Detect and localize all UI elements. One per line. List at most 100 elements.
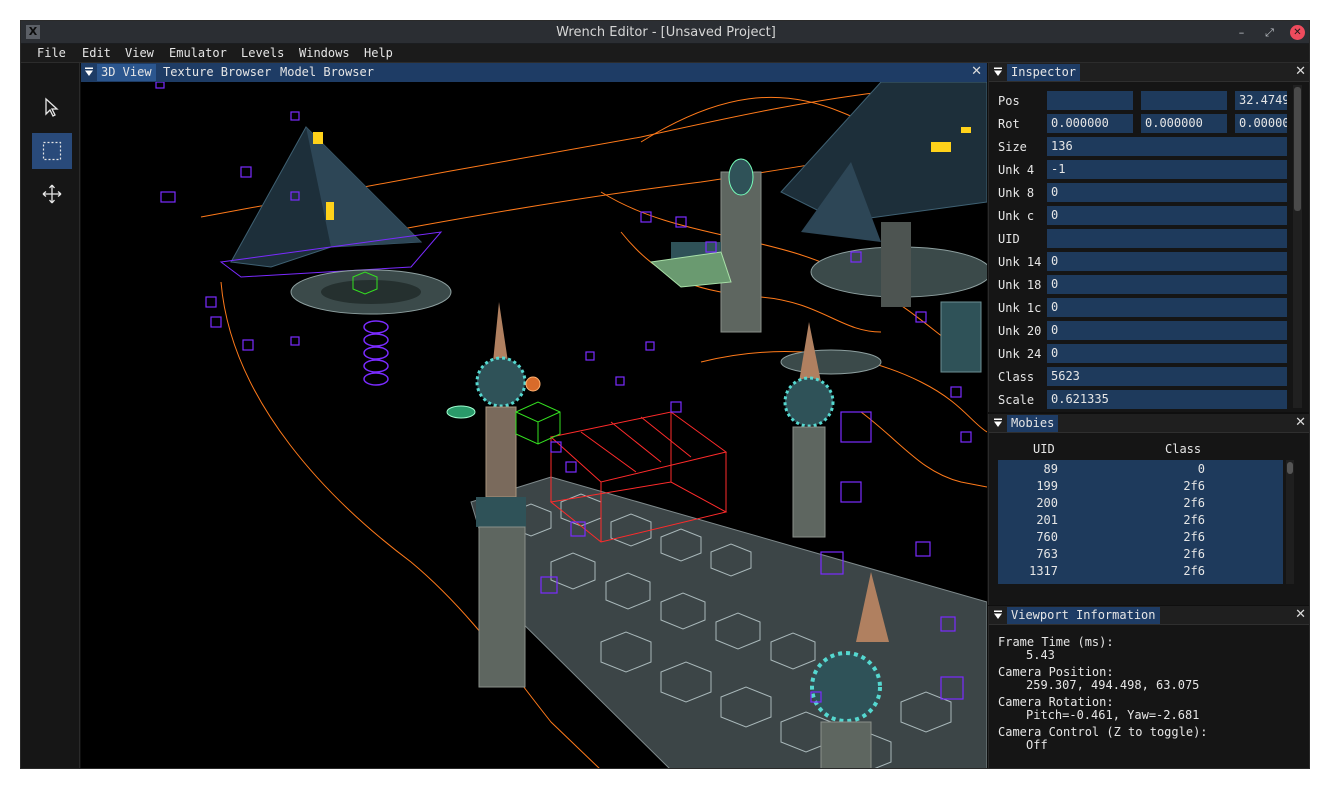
inspector-row-unk8: Unk 8 0	[989, 183, 1299, 203]
mobie-uid: 1317	[1029, 564, 1058, 578]
mobie-uid: 89	[1043, 462, 1058, 476]
mobies-panel: Mobies ✕ UID Class 89 0 199 2f6 200 2f6 …	[988, 414, 1309, 605]
inspector-row-scale: Scale 0.621335	[989, 390, 1299, 410]
mobies-scrollbar[interactable]	[1286, 460, 1294, 584]
unkc-input[interactable]: 0	[1047, 206, 1287, 225]
level-scene	[155, 82, 987, 768]
menu-view[interactable]: View	[125, 46, 154, 61]
close-window-icon[interactable]: ✕	[1290, 25, 1305, 40]
field-label: Unk 14	[998, 255, 1042, 269]
menu-emulator[interactable]: Emulator	[169, 46, 227, 61]
mobie-uid: 760	[1036, 530, 1058, 544]
inspector-row-pos: Pos 32.4749	[989, 91, 1299, 111]
unk20-input[interactable]: 0	[1047, 321, 1287, 340]
tab-model-browser[interactable]: Model Browser	[276, 64, 378, 81]
inspector-row-rot: Rot 0.000000 0.000000 0.00000	[989, 114, 1299, 134]
unk24-input[interactable]: 0	[1047, 344, 1287, 363]
inspector-row-size: Size 136	[989, 137, 1299, 157]
tab-inspector[interactable]: Inspector	[1007, 64, 1081, 81]
menu-windows[interactable]: Windows	[299, 46, 350, 61]
field-label: UID	[998, 232, 1020, 246]
mobie-class: 0	[1197, 462, 1205, 476]
pos-z-input[interactable]: 32.4749	[1235, 91, 1287, 110]
move-tool-button[interactable]	[32, 176, 72, 212]
field-label: Unk 18	[998, 278, 1042, 292]
tab-menu-icon[interactable]	[993, 610, 1003, 620]
viewport-info-panel: Viewport Information ✕ Frame Time (ms): …	[988, 606, 1309, 768]
list-item[interactable]: 199 2f6	[998, 478, 1283, 495]
toolbox	[21, 63, 80, 768]
inspector-row-unk20: Unk 20 0	[989, 321, 1299, 341]
minimize-icon[interactable]: –	[1234, 25, 1249, 40]
uid-input[interactable]	[1047, 229, 1287, 248]
tab-menu-icon[interactable]	[84, 67, 94, 77]
camera-rotation-label: Camera Rotation:	[998, 695, 1114, 709]
menu-file[interactable]: File	[37, 46, 66, 61]
pos-x-input[interactable]	[1047, 91, 1133, 110]
hex-platform	[470, 476, 987, 768]
tab-3d-view[interactable]: 3D View	[97, 64, 156, 81]
menu-levels[interactable]: Levels	[241, 46, 284, 61]
unk4-input[interactable]: -1	[1047, 160, 1287, 179]
mobie-class: 2f6	[1183, 547, 1205, 561]
list-item[interactable]: 200 2f6	[998, 495, 1283, 512]
mobie-uid: 199	[1036, 479, 1058, 493]
close-viewport-info-icon[interactable]: ✕	[1295, 607, 1306, 622]
mobie-uid: 201	[1036, 513, 1058, 527]
close-view-icon[interactable]: ✕	[971, 64, 982, 79]
tab-mobies[interactable]: Mobies	[1007, 415, 1059, 432]
tab-viewport-information[interactable]: Viewport Information	[1007, 607, 1160, 624]
mobie-class: 2f6	[1183, 496, 1205, 510]
unk14-input[interactable]: 0	[1047, 252, 1287, 271]
class-input[interactable]: 5623	[1047, 367, 1287, 386]
scrollbar-thumb[interactable]	[1287, 462, 1293, 474]
box-select-tool-button[interactable]	[32, 133, 72, 169]
menu-help[interactable]: Help	[364, 46, 393, 61]
rot-y-input[interactable]: 0.000000	[1141, 114, 1227, 133]
unk1c-input[interactable]: 0	[1047, 298, 1287, 317]
mobie-uid: 763	[1036, 547, 1058, 561]
frame-time-value: 5.43	[1026, 648, 1055, 662]
unk8-input[interactable]: 0	[1047, 183, 1287, 202]
tab-texture-browser[interactable]: Texture Browser	[159, 64, 275, 81]
list-item[interactable]: 1317 2f6	[998, 563, 1283, 580]
title-bar[interactable]: X Wrench Editor - [Unsaved Project] – ⤢ …	[21, 21, 1309, 44]
inspector-row-unkc: Unk c 0	[989, 206, 1299, 226]
list-item[interactable]: 201 2f6	[998, 512, 1283, 529]
list-item[interactable]: 89 0	[998, 461, 1283, 478]
close-mobies-icon[interactable]: ✕	[1295, 415, 1306, 430]
mobie-class: 2f6	[1183, 479, 1205, 493]
field-label: Unk 1c	[998, 301, 1042, 315]
column-header-uid: UID	[1033, 442, 1055, 456]
inspector-row-unk24: Unk 24 0	[989, 344, 1299, 364]
select-tool-button[interactable]	[32, 89, 72, 125]
marker-orange	[525, 376, 541, 392]
scale-input[interactable]: 0.621335	[1047, 390, 1287, 409]
menu-edit[interactable]: Edit	[82, 46, 111, 61]
tab-menu-icon[interactable]	[993, 418, 1003, 428]
size-input[interactable]: 136	[1047, 137, 1287, 156]
window-title: Wrench Editor - [Unsaved Project]	[556, 25, 776, 40]
mobies-list: 89 0 199 2f6 200 2f6 201 2f6 760 2f6 763…	[998, 460, 1283, 584]
3d-viewport[interactable]	[81, 82, 987, 768]
inspector-header: Inspector ✕	[989, 63, 1309, 82]
close-inspector-icon[interactable]: ✕	[1295, 64, 1306, 79]
list-item[interactable]: 760 2f6	[998, 529, 1283, 546]
mobie-class: 2f6	[1183, 564, 1205, 578]
camera-control-label: Camera Control (Z to toggle):	[998, 725, 1208, 739]
unk18-input[interactable]: 0	[1047, 275, 1287, 294]
select-pointer-icon	[45, 97, 59, 117]
inspector-row-class: Class 5623	[989, 367, 1299, 387]
viewport-info-header: Viewport Information ✕	[989, 606, 1309, 625]
tab-menu-icon[interactable]	[993, 67, 1003, 77]
maximize-icon[interactable]: ⤢	[1262, 25, 1277, 40]
inspector-scrollbar[interactable]	[1293, 85, 1302, 408]
menu-bar: File Edit View Emulator Levels Windows H…	[21, 44, 1309, 63]
field-label: Scale	[998, 393, 1035, 407]
list-item[interactable]: 763 2f6	[998, 546, 1283, 563]
pos-y-input[interactable]	[1141, 91, 1227, 110]
rot-z-input[interactable]: 0.00000	[1235, 114, 1287, 133]
inspector-row-unk1c: Unk 1c 0	[989, 298, 1299, 318]
scrollbar-thumb[interactable]	[1294, 87, 1301, 211]
rot-x-input[interactable]: 0.000000	[1047, 114, 1133, 133]
